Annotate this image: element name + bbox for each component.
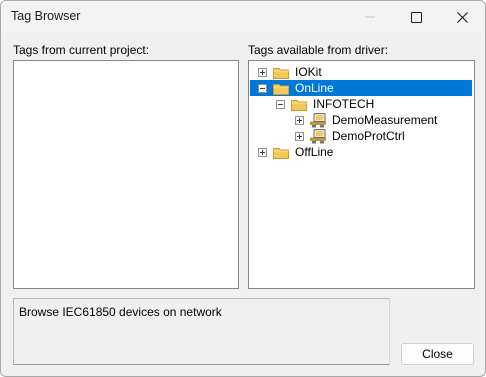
project-tags-label: Tags from current project: [13,43,150,57]
folder-icon [291,99,307,111]
expand-plus-icon[interactable] [295,115,304,125]
project-tags-list[interactable] [13,60,239,289]
tree-item-online[interactable]: OnLine [250,80,472,96]
driver-tags-tree[interactable]: IOKit OnLine INFOTECH DemoMeasurement De… [248,60,475,289]
tree-item-iokit[interactable]: IOKit [258,64,472,80]
status-text: Browse IEC61850 devices on network [19,305,222,319]
maximize-icon [410,11,422,23]
device-icon [310,128,326,143]
tree-item-label: DemoMeasurement [332,113,438,127]
close-icon [456,11,468,23]
minimize-button[interactable] [347,1,393,33]
tree-item-label: OnLine [295,81,334,95]
tree-item-label: INFOTECH [313,97,375,111]
tree-item-offline[interactable]: OffLine [258,144,335,160]
collapse-minus-icon[interactable] [276,99,285,109]
tree-item-demoprotctrl[interactable]: DemoProtCtrl [295,128,407,144]
expand-plus-icon[interactable] [258,67,267,77]
tree-item-label: OffLine [295,145,334,159]
close-button[interactable]: Close [401,343,474,365]
collapse-minus-icon[interactable] [258,83,267,93]
maximize-button[interactable] [393,1,439,33]
folder-icon [273,67,289,79]
status-description-box: Browse IEC61850 devices on network [13,298,390,365]
tree-item-demomeasurement[interactable]: DemoMeasurement [295,112,439,128]
tree-item-infotech[interactable]: INFOTECH [276,96,376,112]
folder-icon [273,147,289,159]
tree-item-label: IOKit [295,65,322,79]
title-bar[interactable]: Tag Browser [1,1,485,33]
device-icon [310,112,326,127]
tree-item-label: DemoProtCtrl [332,129,405,143]
close-window-button[interactable] [439,1,485,33]
expand-plus-icon[interactable] [295,131,304,141]
window-title: Tag Browser [11,9,81,23]
expand-plus-icon[interactable] [258,147,267,157]
driver-tags-label: Tags available from driver: [248,43,389,57]
tag-browser-window: Tag Browser Tags from current project: T… [0,0,486,377]
folder-icon [273,83,289,95]
minimize-icon [365,16,375,18]
